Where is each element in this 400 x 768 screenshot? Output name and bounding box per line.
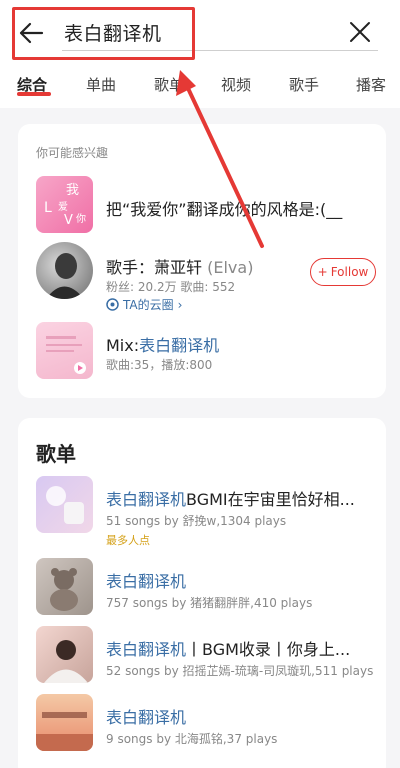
playlist-cover[interactable] xyxy=(36,558,93,615)
playlist-title-accent: 表白翻译机 xyxy=(106,640,187,659)
close-icon[interactable] xyxy=(348,20,372,44)
artist-avatar[interactable] xyxy=(36,242,93,299)
tab-active-indicator xyxy=(17,92,51,96)
cloud-circle-icon xyxy=(106,298,119,311)
tab-podcasts[interactable]: 播客 xyxy=(356,74,386,95)
sunset-cover-icon xyxy=(36,712,93,751)
artist-alias: (Elva) xyxy=(207,258,254,277)
tab-songs[interactable]: 单曲 xyxy=(86,74,116,95)
back-arrow-icon[interactable] xyxy=(18,20,44,46)
plus-icon: + xyxy=(317,265,328,279)
post-title[interactable]: 把“我爱你”翻译成你的风格是:(__ xyxy=(106,196,376,220)
playlist-title-accent: 表白翻译机 xyxy=(106,490,187,509)
svg-text:我: 我 xyxy=(66,183,79,198)
mix-title[interactable]: Mix:表白翻译机 xyxy=(106,332,219,356)
playlist-title[interactable]: 表白翻译机BGMI在宇宙里恰好相... xyxy=(106,486,376,510)
playlist-title-rest: BGMI在宇宙里恰好相... xyxy=(186,490,355,509)
tab-playlists[interactable]: 歌单 xyxy=(154,74,184,95)
svg-text:V: V xyxy=(64,213,73,228)
tab-bar: 综合 单曲 歌单 视频 歌手 播客 xyxy=(0,64,400,108)
teddy-bear-cover-icon xyxy=(50,568,78,611)
playlist-title-accent: 表白翻译机 xyxy=(106,572,187,591)
playlist-title[interactable]: 表白翻译机 xyxy=(106,568,186,592)
chevron-right-icon: › xyxy=(177,297,183,312)
search-underline xyxy=(62,50,378,51)
follow-label: Follow xyxy=(330,265,369,279)
tab-videos[interactable]: 视频 xyxy=(221,74,251,95)
playlist-meta: 51 songs by 舒挽w,1304 plays xyxy=(106,514,287,528)
cloud-link-label: TA的云圈 xyxy=(123,298,174,312)
playlist-title-rest: 丨BGM收录丨你身上... xyxy=(186,640,351,659)
love-cover-art-icon: 我 L 爱 V 你 xyxy=(44,183,86,228)
post-thumbnail[interactable]: 我 L 爱 V 你 xyxy=(36,176,93,233)
playlist-title[interactable]: 表白翻译机丨BGM收录丨你身上... xyxy=(106,636,376,660)
playlist-cover[interactable] xyxy=(36,694,93,751)
playlist-title-accent: 表白翻译机 xyxy=(106,708,187,727)
mix-thumbnail[interactable] xyxy=(36,322,93,379)
playlist-meta: 52 songs by 招摇芷嫣-琉璃-司凤璇玑,511 plays xyxy=(106,664,374,678)
artist-prefix: 歌手： xyxy=(106,258,155,277)
mix-stats: 歌曲:35，播放:800 xyxy=(106,358,213,372)
search-input[interactable]: 表白翻译机 xyxy=(64,19,162,46)
artist-name-text: 萧亚轩 xyxy=(154,258,203,277)
interest-card: 你可能感兴趣 我 L 爱 V 你 把“我爱你”翻译成你的风格是:(__ 歌手：萧… xyxy=(18,124,386,398)
playlists-heading: 歌单 xyxy=(36,442,76,466)
playlist-cover[interactable] xyxy=(36,476,93,533)
search-bar: 表白翻译机 xyxy=(0,0,400,64)
artist-stats: 粉丝: 20.2万 歌曲: 552 xyxy=(106,280,236,294)
playlist-cover-art-icon xyxy=(46,486,84,524)
portrait-cover-icon xyxy=(44,640,88,683)
playlist-title[interactable]: 表白翻译机 xyxy=(106,704,186,728)
svg-text:L: L xyxy=(44,200,52,216)
playlists-card: 歌单 表白翻译机BGMI在宇宙里恰好相... 51 songs by 舒挽w,1… xyxy=(18,418,386,768)
mix-prefix: Mix: xyxy=(106,336,140,355)
artist-name[interactable]: 歌手：萧亚轩 (Elva) xyxy=(106,254,253,278)
artist-cloud-link[interactable]: TA的云圈 › xyxy=(106,296,182,313)
svg-text:你: 你 xyxy=(76,212,86,225)
playlist-meta: 757 songs by 猪猪翻胖胖,410 plays xyxy=(106,596,313,610)
artist-portrait-icon xyxy=(46,253,84,299)
tab-artists[interactable]: 歌手 xyxy=(289,74,319,95)
playlist-meta: 9 songs by 北海孤铭,37 plays xyxy=(106,732,278,746)
mix-name: 表白翻译机 xyxy=(139,336,220,355)
playlist-cover[interactable] xyxy=(36,626,93,683)
svg-text:爱: 爱 xyxy=(58,200,68,213)
mix-cover-icon xyxy=(46,336,86,374)
interest-heading: 你可能感兴趣 xyxy=(36,146,109,160)
follow-button[interactable]: + Follow xyxy=(310,258,376,286)
playlist-badge: 最多人点 xyxy=(106,534,150,547)
